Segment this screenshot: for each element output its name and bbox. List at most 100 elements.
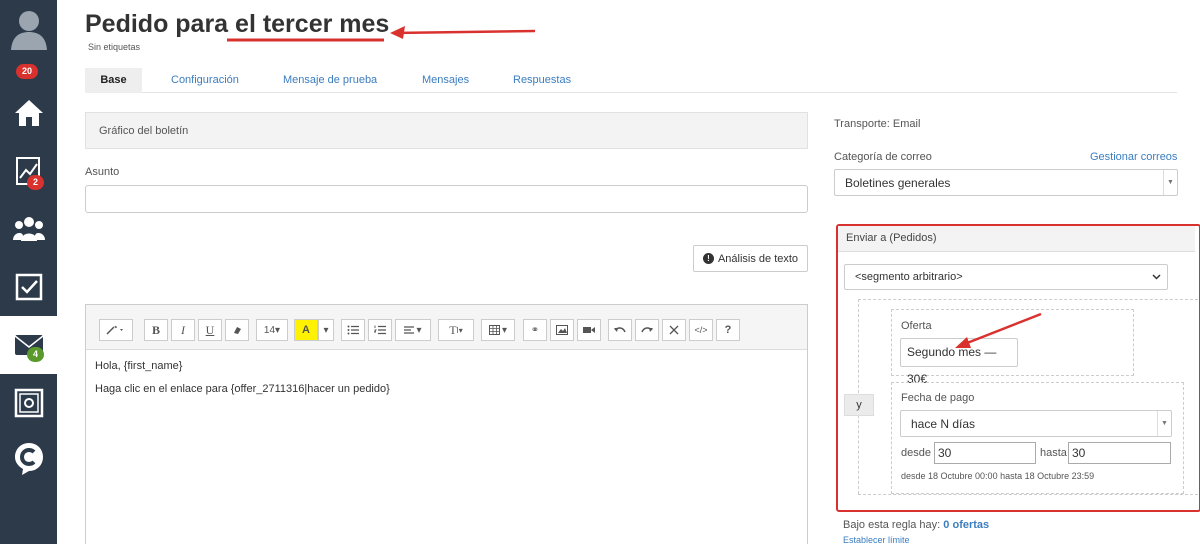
undo-icon <box>614 326 626 332</box>
users-icon <box>12 217 45 241</box>
to-label: hasta <box>1040 447 1067 459</box>
sidebar-item-stats[interactable] <box>0 142 57 200</box>
sidebar-avatar[interactable] <box>0 0 57 58</box>
mail-category-select[interactable]: Boletines generales ▼ <box>834 169 1178 196</box>
numbered-list-icon <box>374 325 386 335</box>
to-input[interactable] <box>1068 442 1171 464</box>
eraser-icon <box>234 327 241 334</box>
segment-select[interactable]: <segmento arbitrario> <box>844 264 1168 290</box>
table-icon <box>488 325 500 335</box>
editor-toolbar: B I U 14 ▾ A ▾ ▾ T I▾ ▾ ⚭ </> ? <box>86 305 807 350</box>
font-size-value: 14 <box>263 324 276 336</box>
message-editor: B I U 14 ▾ A ▾ ▾ T I▾ ▾ ⚭ </> ? Hola, {f… <box>85 304 808 544</box>
text-analysis-label: Análisis de texto <box>717 252 799 265</box>
align-select[interactable]: ▾ <box>395 319 431 341</box>
font-size-select[interactable]: 14 ▾ <box>256 319 288 341</box>
subject-label: Asunto <box>85 166 120 178</box>
mail-badge: 4 <box>27 347 45 362</box>
notifications-badge[interactable]: 20 <box>16 64 39 79</box>
stats-badge: 2 <box>27 175 45 190</box>
code-icon: </> <box>694 325 708 335</box>
main-content: Pedido para el tercer mes Sin etiquetas … <box>57 0 1200 545</box>
fullscreen-button[interactable] <box>662 319 686 341</box>
text-style-icon: T <box>449 322 457 337</box>
tasks-icon <box>15 273 42 301</box>
editor-line[interactable]: Hola, {first_name} <box>95 360 182 372</box>
help-button[interactable]: ? <box>716 319 740 341</box>
code-view-button[interactable]: </> <box>689 319 713 341</box>
redo-icon <box>641 326 653 332</box>
editor-line[interactable]: Haga clic en el enlace para {offer_27113… <box>95 383 390 395</box>
payment-date-label: Fecha de pago <box>901 392 975 404</box>
table-caret-icon: ▾ <box>501 324 508 336</box>
numbered-list-button[interactable] <box>368 319 392 341</box>
sidebar-item-users[interactable] <box>0 200 57 258</box>
image-button[interactable] <box>550 319 574 341</box>
tab-messages[interactable]: Mensajes <box>422 68 469 93</box>
home-icon <box>14 100 43 126</box>
chevron-down-icon: ▼ <box>1163 170 1177 195</box>
font-size-caret-icon: ▾ <box>275 324 281 336</box>
text-analysis-button[interactable]: ! Análisis de texto <box>693 245 808 272</box>
link-icon: ⚭ <box>530 324 540 336</box>
rule-count-prefix: Bajo esta regla hay: <box>843 519 941 531</box>
subject-input[interactable] <box>85 185 808 213</box>
caret-down-icon: ▾ <box>323 324 329 336</box>
bold-icon: B <box>151 322 160 337</box>
tab-base[interactable]: Base <box>85 68 142 93</box>
magic-format-button[interactable] <box>99 319 133 341</box>
undo-button[interactable] <box>608 319 632 341</box>
rule-count-link[interactable]: 0 ofertas <box>943 519 989 531</box>
sidebar-item-safe[interactable] <box>0 374 57 432</box>
align-icon <box>404 326 415 334</box>
highlight-color-button[interactable]: A <box>294 319 318 341</box>
avatar-icon <box>10 11 47 50</box>
underline-icon: U <box>205 322 215 337</box>
logo-c-icon <box>14 443 43 475</box>
image-icon <box>556 325 568 335</box>
redo-button[interactable] <box>635 319 659 341</box>
italic-button[interactable]: I <box>171 319 195 341</box>
link-button[interactable]: ⚭ <box>523 319 547 341</box>
and-operator-button[interactable]: y <box>844 394 874 416</box>
eraser-button[interactable] <box>225 319 249 341</box>
tab-bar: Base Configuración Mensaje de prueba Men… <box>85 68 1177 93</box>
chevron-down-icon: ▼ <box>1157 411 1171 436</box>
manage-mails-link[interactable]: Gestionar correos <box>1090 151 1177 163</box>
sidebar-item-home[interactable] <box>0 84 57 142</box>
newsletter-graphic-panel[interactable]: Gráfico del boletín <box>85 112 808 149</box>
sidebar-item-mail[interactable] <box>0 316 57 374</box>
video-icon <box>583 327 595 333</box>
tab-test-message[interactable]: Mensaje de prueba <box>283 68 377 93</box>
tab-configuration[interactable]: Configuración <box>171 68 239 93</box>
chevron-down-icon <box>1152 274 1161 280</box>
from-input[interactable] <box>934 442 1036 464</box>
mail-category-value: Boletines generales <box>845 175 951 190</box>
table-select[interactable]: ▾ <box>481 319 515 341</box>
sidebar-item-tasks[interactable] <box>0 258 57 316</box>
magic-wand-icon <box>106 325 123 335</box>
bold-button[interactable]: B <box>144 319 168 341</box>
payment-date-value: hace N días <box>911 416 976 431</box>
italic-icon: I <box>181 322 185 337</box>
payment-date-select[interactable]: hace N días ▼ <box>900 410 1172 437</box>
transport-label: Transporte: Email <box>834 118 921 130</box>
sidebar-item-logo[interactable] <box>0 430 57 488</box>
title-annotation <box>227 26 536 42</box>
safe-icon <box>14 388 43 418</box>
align-caret-icon: ▾ <box>416 324 422 336</box>
text-style-select[interactable]: T I▾ <box>438 319 474 341</box>
category-label: Categoría de correo <box>834 151 932 163</box>
segment-value: <segmento arbitrario> <box>855 271 963 283</box>
bullet-list-button[interactable] <box>341 319 365 341</box>
fullscreen-icon <box>669 325 679 335</box>
underline-button[interactable]: U <box>198 319 222 341</box>
bullet-list-icon <box>347 325 359 335</box>
color-dropdown-button[interactable]: ▾ <box>318 319 334 341</box>
from-label: desde <box>901 447 931 459</box>
help-icon: ? <box>724 324 732 336</box>
send-to-header[interactable]: Enviar a (Pedidos) <box>838 226 1195 252</box>
tab-responses[interactable]: Respuestas <box>513 68 571 93</box>
video-button[interactable] <box>577 319 601 341</box>
condition-bracket-top <box>858 299 1198 300</box>
